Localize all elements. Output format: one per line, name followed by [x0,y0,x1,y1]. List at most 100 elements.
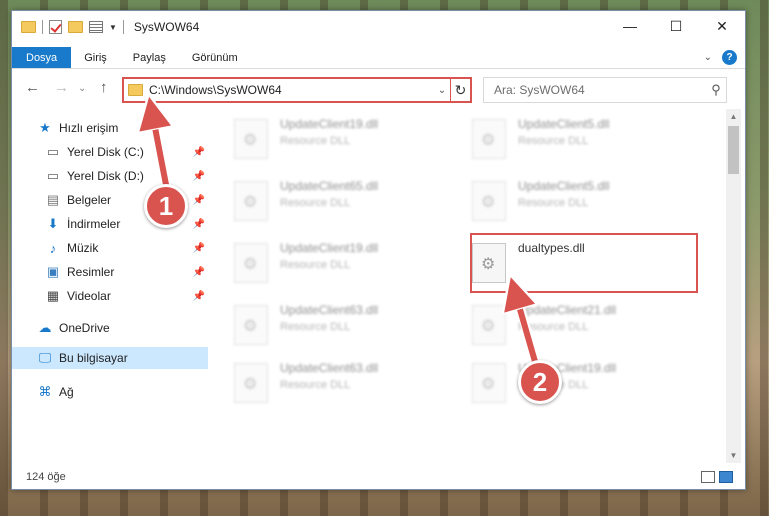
tab-view[interactable]: Görünüm [179,47,251,68]
video-icon: ▦ [46,288,60,303]
music-icon: ♪ [49,240,57,256]
scroll-thumb[interactable] [728,126,739,174]
properties-check-icon[interactable] [49,20,62,34]
new-folder-icon[interactable] [68,21,83,33]
minimize-button[interactable]: — [607,11,653,41]
sidebar-item-music[interactable]: ♪ Müzik 📌 [12,237,208,259]
sidebar-item-label: Ağ [59,385,74,399]
sidebar-item-label: Yerel Disk (D:) [67,169,144,183]
sidebar-item-label: Yerel Disk (C:) [67,145,144,159]
pin-icon[interactable]: 📌 [193,147,205,158]
sidebar-item-label: İndirmeler [67,217,121,231]
recent-locations-icon[interactable]: ⌄ [78,83,86,94]
pin-icon[interactable]: 📌 [193,171,205,182]
file-name: UpdateClient5.dll [518,179,610,193]
address-dropdown-icon[interactable]: ⌄ [434,85,450,96]
list-item[interactable]: UpdateClient19.dllResource DLL [234,239,464,287]
pin-icon[interactable]: 📌 [193,219,205,230]
pin-icon[interactable]: 📌 [193,291,205,302]
customize-toolbar-arrow-icon[interactable]: ▼ [109,23,117,32]
sidebar-item-videos[interactable]: ▦ Videolar 📌 [12,285,208,307]
list-item[interactable]: UpdateClient63.dll Resource DLL [234,301,464,349]
file-type: Resource DLL [280,321,351,333]
step-marker-2: 2 [518,360,562,404]
file-name: UpdateClient19.dll [280,117,379,131]
search-icon[interactable]: ⚲ [706,82,726,98]
address-path[interactable]: C:\Windows\SysWOW64 [149,83,434,97]
list-item[interactable]: UpdateClient5.dll Resource DLL [472,115,702,163]
pin-icon[interactable]: 📌 [193,195,205,206]
documents-icon: ▤ [46,192,60,207]
file-type: Resource DLL [280,197,351,209]
title-bar: ▼ SysWOW64 — ☐ ✕ [12,11,745,43]
vertical-scrollbar[interactable]: ▲ ▼ [726,109,741,463]
large-icons-view-icon[interactable] [719,471,733,483]
network-icon: ⌘ [38,384,52,399]
list-item[interactable]: UpdateClient5.dll Resource DLL [472,177,702,225]
list-item[interactable]: UpdateClient63.dll Resource DLL [234,359,464,407]
file-type: Resource DLL [518,197,589,209]
sidebar-item-label: Videolar [67,289,111,303]
dll-file-icon [234,181,268,221]
tab-home[interactable]: Giriş [71,47,120,68]
item-count: 124 öğe [26,471,66,483]
properties-icon[interactable] [89,21,103,33]
pin-icon[interactable]: 📌 [193,243,205,254]
up-button[interactable]: ↑ [100,79,108,96]
star-icon: ★ [39,120,51,135]
toolbar-separator [122,20,124,34]
navigation-pane: ★ Hızlı erişim ▭ Yerel Disk (C:) 📌 ▭ Yer… [12,113,208,463]
close-button[interactable]: ✕ [699,11,745,41]
list-item[interactable]: UpdateClient19.dll Resource DLL [234,115,464,163]
help-icon[interactable]: ? [722,50,737,65]
file-name: UpdateClient63.dll [280,361,379,375]
file-name: UpdateClient63.dll [280,303,379,317]
file-type: Resource DLL [280,135,351,147]
dll-file-icon [472,305,506,345]
sidebar-item-label: Müzik [67,241,99,255]
file-type: Resource DLL [518,135,589,147]
forward-button[interactable]: → [54,79,69,96]
ribbon-tabs: Dosya Giriş Paylaş Görünüm ⌄ ? [12,47,745,69]
computer-icon: 🖵 [38,350,52,365]
dll-file-icon [234,363,268,403]
ribbon-right: ⌄ ? [704,47,745,68]
file-type: Resource DLL [280,379,351,391]
target-highlight-box [470,233,698,293]
dll-file-icon [234,243,268,283]
sidebar-item-quick-access[interactable]: ★ Hızlı erişim [12,117,208,139]
tab-file[interactable]: Dosya [12,47,72,68]
sidebar-item-label: Bu bilgisayar [59,351,128,365]
sidebar-item-disk-c[interactable]: ▭ Yerel Disk (C:) 📌 [12,141,208,163]
tab-share[interactable]: Paylaş [120,47,179,68]
pin-icon[interactable]: 📌 [193,267,205,278]
drive-icon: ▭ [46,168,60,183]
search-box[interactable]: Ara: SysWOW64 ⚲ [483,77,727,103]
sidebar-item-pictures[interactable]: ▣ Resimler 📌 [12,261,208,283]
list-item[interactable]: UpdateClient65.dll Resource DLL [234,177,464,225]
back-button[interactable]: ← [25,79,40,96]
quick-access-toolbar: ▼ [12,20,124,34]
view-switcher [701,471,745,483]
scroll-up-arrow-icon[interactable]: ▲ [726,109,741,124]
details-view-icon[interactable] [701,471,715,483]
file-type: Resource DLL [518,321,589,333]
status-bar: 124 öğe [12,465,745,489]
sidebar-item-disk-d[interactable]: ▭ Yerel Disk (D:) 📌 [12,165,208,187]
sidebar-item-this-pc[interactable]: 🖵 Bu bilgisayar [12,347,208,369]
sidebar-item-label: Resimler [67,265,115,279]
expand-ribbon-chevron-icon[interactable]: ⌄ [704,52,712,63]
folder-icon [128,84,143,96]
refresh-icon[interactable]: ↻ [450,79,470,101]
dll-file-icon [472,119,506,159]
scroll-down-arrow-icon[interactable]: ▼ [726,448,741,463]
navigation-bar: ← → ⌄ ↑ C:\Windows\SysWOW64 ⌄ ↻ Ara: Sys… [12,75,745,105]
address-bar[interactable]: C:\Windows\SysWOW64 ⌄ ↻ [122,77,472,103]
list-item[interactable]: UpdateClient19.dllResource DLL [472,359,702,407]
search-input[interactable]: Ara: SysWOW64 [494,83,706,97]
pictures-icon: ▣ [46,264,60,279]
sidebar-item-onedrive[interactable]: ☁ OneDrive [12,317,208,339]
list-item[interactable]: UpdateClient21.dll Resource DLL [472,301,702,349]
sidebar-item-network[interactable]: ⌘ Ağ [12,381,208,403]
maximize-button[interactable]: ☐ [653,11,699,41]
